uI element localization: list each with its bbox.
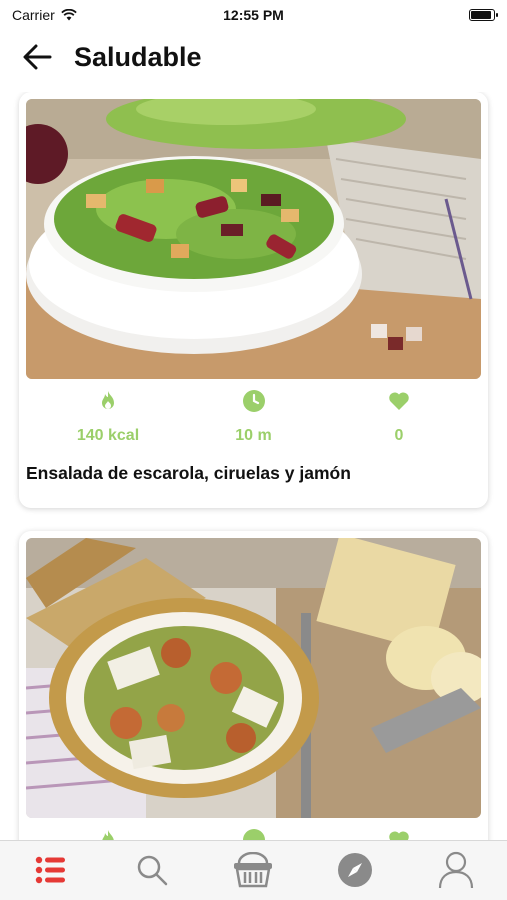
compass-icon[interactable] [337, 852, 373, 888]
recipe-card[interactable]: 140 kcal 10 m 0 Ensalada de escarola, ci… [19, 92, 488, 508]
clock-icon [242, 829, 265, 840]
recipe-stats [26, 818, 481, 840]
time-stat: 10 m [184, 389, 324, 445]
tab-explore[interactable] [325, 845, 385, 895]
recipe-photo[interactable] [26, 99, 481, 379]
heart-icon[interactable] [387, 389, 411, 413]
status-bar: Carrier 12:55 PM [0, 0, 507, 30]
calories-stat [38, 828, 178, 840]
carrier-label: Carrier [12, 7, 55, 23]
recipe-stats: 140 kcal 10 m 0 [26, 379, 481, 445]
nav-header: Saludable [0, 34, 507, 80]
tab-search[interactable] [122, 845, 182, 895]
tab-profile[interactable] [426, 845, 486, 895]
battery-icon [469, 9, 498, 21]
tab-list[interactable] [21, 845, 81, 895]
flame-icon [102, 391, 114, 409]
likes-value: 0 [394, 427, 404, 444]
calories-stat: 140 kcal [38, 389, 178, 445]
search-icon[interactable] [136, 854, 168, 886]
clock-icon [242, 390, 265, 412]
status-left: Carrier [12, 7, 77, 23]
profile-icon[interactable] [438, 851, 474, 889]
calories-value: 140 kcal [76, 427, 140, 444]
flame-icon [102, 830, 114, 840]
tab-bar [0, 840, 507, 900]
tab-basket[interactable] [223, 845, 283, 895]
heart-icon[interactable] [387, 828, 411, 840]
time-stat [184, 828, 324, 840]
back-arrow-icon[interactable] [22, 44, 52, 70]
basket-icon[interactable] [233, 851, 273, 888]
list-icon[interactable] [35, 855, 67, 885]
time-value: 10 m [235, 427, 272, 444]
recipe-photo[interactable] [26, 538, 481, 818]
recipe-title[interactable]: Ensalada de escarola, ciruelas y jamón [26, 445, 481, 484]
likes-stat[interactable] [329, 828, 469, 840]
wifi-icon [61, 9, 77, 21]
likes-stat[interactable]: 0 [329, 389, 469, 445]
recipe-feed[interactable]: 140 kcal 10 m 0 Ensalada de escarola, ci… [0, 92, 507, 840]
recipe-card[interactable] [19, 531, 488, 840]
page-title: Saludable [74, 41, 202, 72]
